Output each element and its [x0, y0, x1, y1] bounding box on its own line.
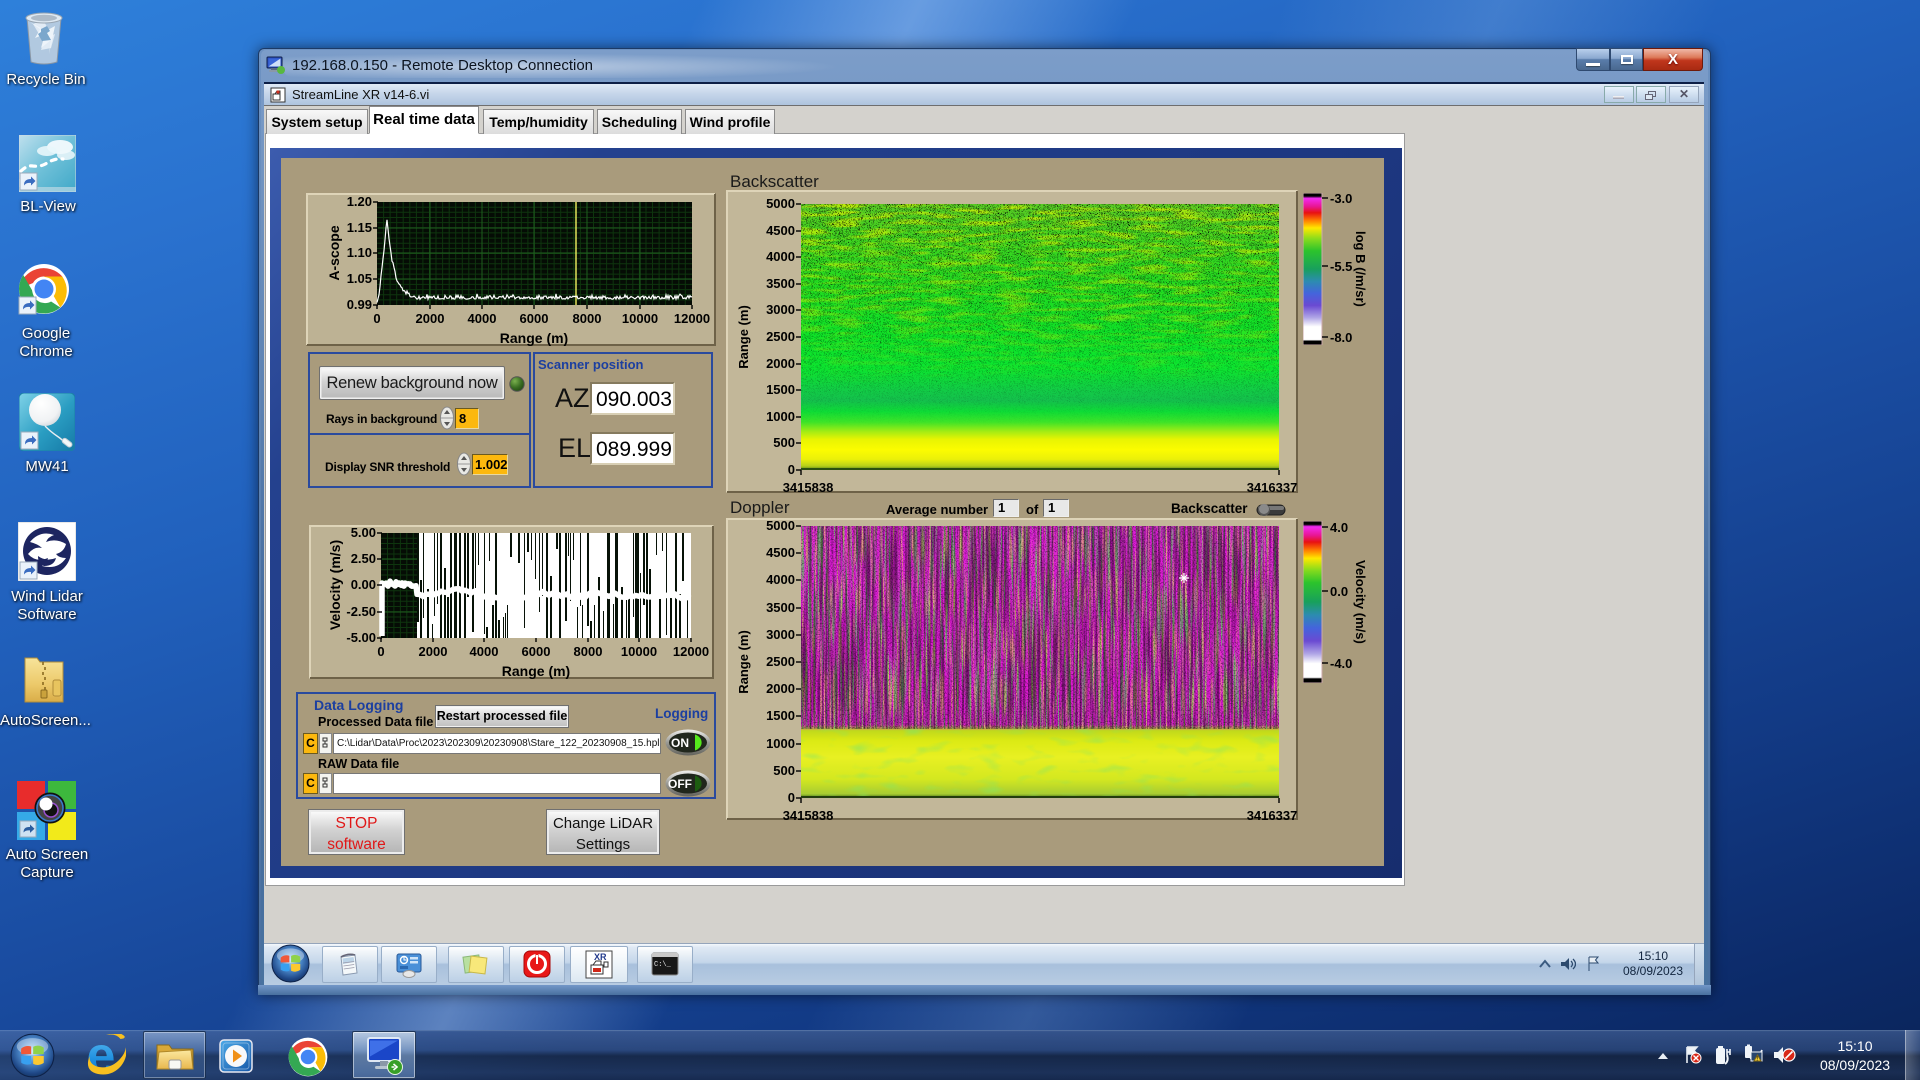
- svg-text:2000: 2000: [766, 356, 795, 371]
- svg-text:A-scope: A-scope: [326, 225, 342, 280]
- svg-text:-3.0: -3.0: [1330, 193, 1352, 206]
- svg-text:8000: 8000: [574, 644, 603, 659]
- svg-text:1.10: 1.10: [347, 245, 372, 260]
- svg-text:2.50: 2.50: [351, 551, 376, 566]
- svg-text:12000: 12000: [673, 644, 709, 659]
- svg-text:Range (m): Range (m): [502, 663, 570, 679]
- svg-text:4500: 4500: [766, 545, 795, 560]
- svg-text:2000: 2000: [416, 311, 445, 326]
- svg-text:6000: 6000: [520, 311, 549, 326]
- svg-text:3416337: 3416337: [1247, 808, 1298, 820]
- svg-text:0: 0: [373, 311, 380, 326]
- svg-text:1500: 1500: [766, 382, 795, 397]
- svg-text:500: 500: [773, 763, 795, 778]
- svg-text:3415838: 3415838: [783, 480, 834, 493]
- svg-text:4000: 4000: [468, 311, 497, 326]
- svg-text:4.0: 4.0: [1330, 521, 1348, 535]
- svg-text:5000: 5000: [766, 196, 795, 211]
- svg-text:10000: 10000: [622, 311, 658, 326]
- svg-text:OFF: OFF: [668, 777, 692, 791]
- svg-text:4500: 4500: [766, 223, 795, 238]
- svg-text:Range (m): Range (m): [736, 630, 751, 694]
- svg-text:Range (m): Range (m): [500, 330, 568, 346]
- svg-text:2000: 2000: [419, 644, 448, 659]
- svg-text:3500: 3500: [766, 276, 795, 291]
- svg-text:0: 0: [377, 644, 384, 659]
- svg-text:-4.0: -4.0: [1330, 656, 1352, 671]
- svg-text:Range (m): Range (m): [736, 305, 751, 369]
- svg-text:1000: 1000: [766, 736, 795, 751]
- svg-text:0: 0: [788, 462, 795, 477]
- svg-text:1500: 1500: [766, 708, 795, 723]
- svg-text:-5.5: -5.5: [1330, 259, 1352, 274]
- svg-text:0.99: 0.99: [347, 297, 372, 312]
- svg-text:2500: 2500: [766, 654, 795, 669]
- svg-text:0.00: 0.00: [351, 577, 376, 592]
- svg-text:4000: 4000: [470, 644, 499, 659]
- svg-text:4000: 4000: [766, 572, 795, 587]
- svg-text:3000: 3000: [766, 627, 795, 642]
- svg-text:500: 500: [773, 435, 795, 450]
- svg-text:!: !: [1756, 1056, 1758, 1062]
- svg-text:1.15: 1.15: [347, 220, 372, 235]
- svg-text:5.00: 5.00: [351, 525, 376, 540]
- svg-text:3000: 3000: [766, 302, 795, 317]
- svg-text:3500: 3500: [766, 600, 795, 615]
- svg-text:ON: ON: [671, 736, 689, 750]
- svg-text:1.05: 1.05: [347, 271, 372, 286]
- svg-text:-8.0: -8.0: [1330, 330, 1352, 345]
- svg-text:3416337: 3416337: [1247, 480, 1298, 493]
- svg-text:3415838: 3415838: [783, 808, 834, 820]
- svg-text:C:\_: C:\_: [654, 961, 672, 969]
- svg-text:12000: 12000: [674, 311, 710, 326]
- svg-text:1000: 1000: [766, 409, 795, 424]
- svg-text:2500: 2500: [766, 329, 795, 344]
- svg-text:1.20: 1.20: [347, 194, 372, 209]
- svg-text:0.0: 0.0: [1330, 584, 1348, 599]
- svg-text:6000: 6000: [522, 644, 551, 659]
- svg-text:0: 0: [788, 790, 795, 805]
- svg-text:Velocity (m/s): Velocity (m/s): [327, 540, 343, 630]
- svg-text:2000: 2000: [766, 681, 795, 696]
- svg-text:-2.50: -2.50: [346, 604, 376, 619]
- svg-text:4000: 4000: [766, 249, 795, 264]
- svg-text:8000: 8000: [573, 311, 602, 326]
- svg-text:10000: 10000: [621, 644, 657, 659]
- svg-text:-5.00: -5.00: [346, 630, 376, 645]
- svg-text:5000: 5000: [766, 518, 795, 533]
